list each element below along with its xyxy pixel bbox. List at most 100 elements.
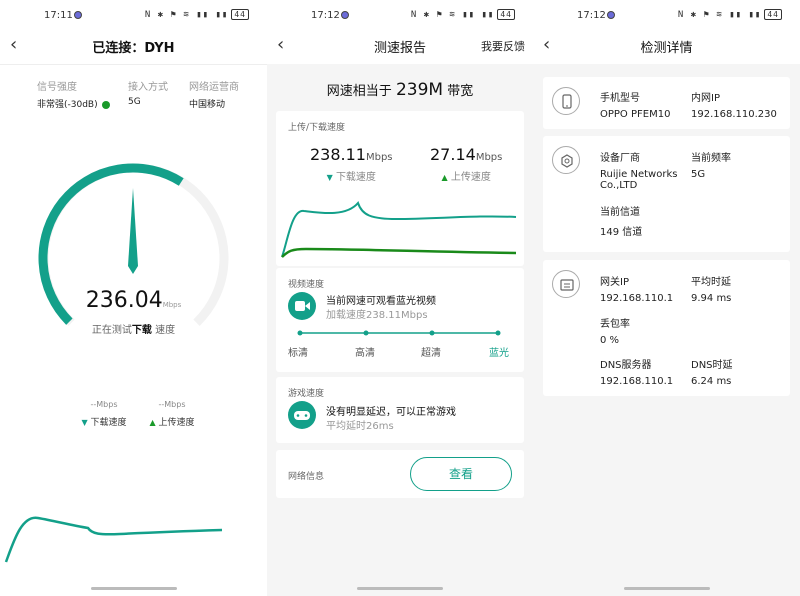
testing-status: 正在测试下载 速度 xyxy=(0,321,267,336)
battery-icon: 44 xyxy=(764,9,782,20)
game-sub-text: 平均延时26ms xyxy=(326,421,394,432)
video-camera-icon xyxy=(288,292,316,320)
dns-delay-value: 6.24 ms xyxy=(691,376,732,387)
upload-triangle-icon: ▲ xyxy=(441,173,448,182)
status-bar: 17:12 N ✱ ⚑ ≋ ▮▮ ▮▮ 44 xyxy=(267,0,533,30)
download-label: 下载速度 xyxy=(335,172,376,183)
packet-loss-field: 丢包率 0 % xyxy=(600,315,630,346)
signal-status-dot xyxy=(101,100,110,109)
network-info-label: 网络信息 xyxy=(288,472,325,482)
download-result: 238.11Mbps ▼ 下载速度 xyxy=(310,145,393,183)
page-title: 已连接：DYH xyxy=(92,41,175,56)
battery-icon: 44 xyxy=(497,9,515,20)
frequency-label: 当前频率 xyxy=(691,153,731,164)
gauge-needle xyxy=(128,188,138,274)
upload-label: 上传速度 xyxy=(450,172,491,183)
network-stats-card: 网关IP 192.168.110.1 平均时延 9.94 ms 丢包率 0 % DNS… xyxy=(543,260,790,396)
video-sub-text: 加载速度238.11Mbps xyxy=(326,310,428,321)
divider xyxy=(0,64,267,65)
speed-report-screen: 17:12 N ✱ ⚑ ≋ ▮▮ ▮▮ 44 ‹ 测速报告 我要反馈 网速相当于 … xyxy=(267,0,533,596)
testing-kind: 下载 xyxy=(131,325,152,336)
current-speed: 236.04Mbps xyxy=(0,288,267,313)
speed-gauge xyxy=(38,163,229,326)
quality-hd: 高清 xyxy=(355,348,375,359)
vendor-value: Ruijie Networks xyxy=(600,169,678,180)
quality-bluray: 蓝光 xyxy=(489,348,509,359)
speed-value: 236.04 xyxy=(85,288,163,313)
quality-fhd: 超清 xyxy=(421,348,441,359)
gateway-label: 网关IP xyxy=(600,277,629,288)
channel-label: 当前信道 xyxy=(600,207,640,218)
dns-server-field: DNS服务器 192.168.110.1 xyxy=(600,356,673,387)
speed-history-chart xyxy=(281,201,517,258)
status-icons: N ✱ ⚑ ≋ ▮▮ ▮▮ 44 xyxy=(145,9,249,20)
status-time: 17:11 xyxy=(44,10,73,21)
game-speed-card: 游戏速度 没有明显延迟，可以正常游戏 平均延时26ms xyxy=(276,377,524,443)
nav-bar: ‹ 已连接：DYH xyxy=(0,30,267,62)
status-icons: N ✱ ⚑ ≋ ▮▮ ▮▮ 44 xyxy=(678,9,782,20)
video-main-text: 当前网速可观看蓝光视频 xyxy=(326,292,436,307)
download-unit: Mbps xyxy=(365,152,393,163)
dns-delay-field: DNS时延 6.24 ms xyxy=(691,356,733,387)
speed-unit: Mbps xyxy=(162,301,182,309)
phone-icon xyxy=(552,87,580,115)
gateway-field: 网关IP 192.168.110.1 xyxy=(600,273,673,304)
nav-bar: ‹ 测速报告 我要反馈 xyxy=(267,30,533,64)
download-value: 238.11 xyxy=(310,145,366,164)
phone-model-value: OPPO PFEM10 xyxy=(600,109,671,120)
game-card-title: 游戏速度 xyxy=(288,389,325,399)
home-indicator[interactable] xyxy=(90,587,177,590)
access-label: 接入方式 xyxy=(128,82,168,93)
notification-icon xyxy=(74,11,82,19)
upload-unit: Mbps xyxy=(164,400,186,409)
gateway-value: 192.168.110.1 xyxy=(600,293,674,304)
video-quality-track xyxy=(297,330,501,336)
router-icon xyxy=(552,146,580,174)
upload-label: 上传速度 xyxy=(158,418,195,428)
phone-model-field: 手机型号 OPPO PFEM10 xyxy=(600,89,670,120)
bandwidth-summary: 网速相当于 239M 带宽 xyxy=(267,80,533,100)
dns-server-label: DNS服务器 xyxy=(600,360,652,371)
download-summary: --Mbps ▼ 下载速度 xyxy=(78,400,130,428)
avg-delay-label: 平均时延 xyxy=(691,277,731,288)
avg-delay-value: 9.94 ms xyxy=(691,293,732,304)
notification-icon xyxy=(341,11,349,19)
dns-delay-label: DNS时延 xyxy=(691,360,733,371)
upload-result: 27.14Mbps ▲ 上传速度 xyxy=(430,145,502,183)
avg-delay-field: 平均时延 9.94 ms xyxy=(691,273,731,304)
access-value: 5G xyxy=(128,97,141,107)
access-mode-info: 接入方式 5G xyxy=(128,78,168,107)
download-label: 下载速度 xyxy=(90,418,127,428)
channel-field: 当前信道 149 信道 xyxy=(600,203,642,238)
view-button[interactable]: 查看 xyxy=(410,457,512,491)
feedback-link[interactable]: 我要反馈 xyxy=(481,38,525,54)
vendor-value-line2: Co.,LTD xyxy=(600,180,638,191)
speed-test-screen: 17:11 N ✱ ⚑ ≋ ▮▮ ▮▮ 44 ‹ 已连接：DYH 信号强度 非常强… xyxy=(0,0,267,596)
vendor-label: 设备厂商 xyxy=(600,153,640,164)
gamepad-icon xyxy=(288,401,316,429)
dns-server-value: 192.168.110.1 xyxy=(600,376,674,387)
game-main-text: 没有明显延迟，可以正常游戏 xyxy=(326,407,456,418)
download-unit: Mbps xyxy=(96,400,118,409)
lan-ip-field: 内网IP 192.168.110.230 xyxy=(691,89,777,120)
lan-ip-label: 内网IP xyxy=(691,93,720,104)
status-time: 17:12 xyxy=(577,10,606,21)
bandwidth-suffix: 带宽 xyxy=(447,84,474,99)
packet-loss-label: 丢包率 xyxy=(600,319,630,330)
lan-ip-value: 192.168.110.230 xyxy=(691,109,777,120)
bandwidth-prefix: 网速相当于 xyxy=(326,84,392,99)
upload-summary: --Mbps ▲ 上传速度 xyxy=(146,400,198,428)
signal-label: 信号强度 xyxy=(37,82,77,93)
home-indicator[interactable] xyxy=(623,587,710,590)
upload-triangle-icon: ▲ xyxy=(149,418,156,427)
video-card-title: 视频速度 xyxy=(288,280,325,290)
notification-icon xyxy=(607,11,615,19)
download-triangle-icon: ▼ xyxy=(326,173,333,182)
isp-info: 网络运营商 中国移动 xyxy=(189,78,239,110)
home-indicator[interactable] xyxy=(357,587,443,590)
upload-value: 27.14 xyxy=(430,145,476,164)
upload-curve xyxy=(281,247,517,258)
nav-bar: ‹ 检测详情 xyxy=(533,30,800,64)
isp-value: 中国移动 xyxy=(189,100,226,110)
detection-details-screen: 17:12 N ✱ ⚑ ≋ ▮▮ ▮▮ 44 ‹ 检测详情 手机型号 OPPO PF… xyxy=(533,0,800,596)
